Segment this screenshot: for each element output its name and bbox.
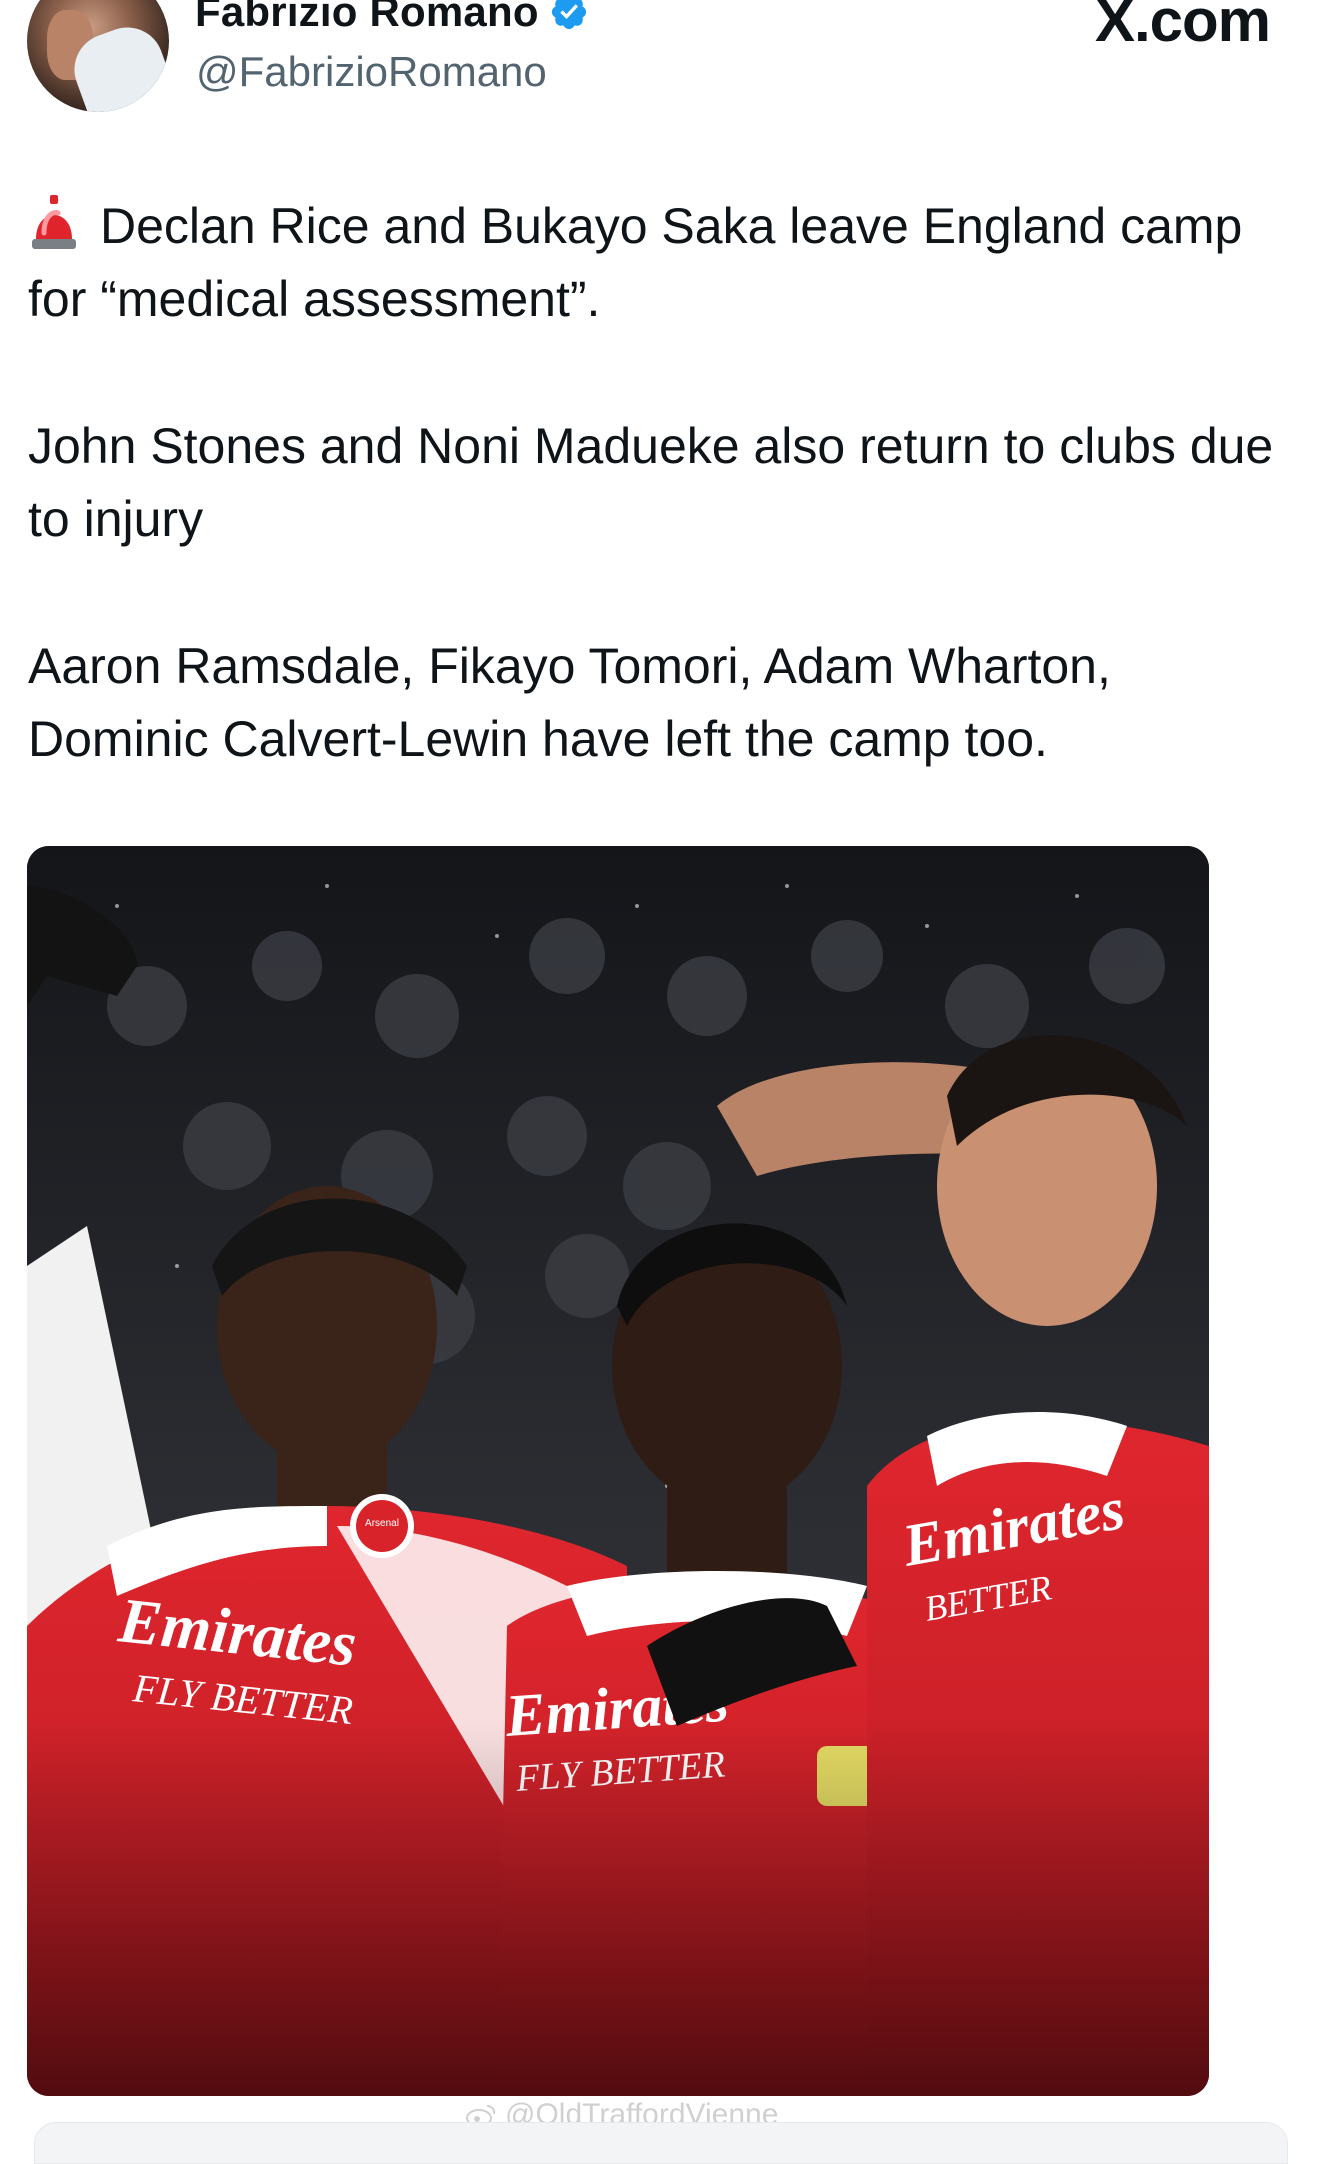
site-label: X.com <box>1094 0 1271 54</box>
tweet-header: Fabrizio Romano @FabrizioRomano X.com <box>0 0 1320 130</box>
tweet-paragraph-3: Aaron Ramsdale, Fikayo Tomori, Adam Whar… <box>28 638 1111 767</box>
rotating-light-icon <box>28 193 80 251</box>
tweet-paragraph-2: John Stones and Noni Madueke also return… <box>28 418 1274 547</box>
tweet-paragraph-1-text: Declan Rice and Bukayo Saka leave Englan… <box>28 198 1243 327</box>
tweet-media-photo[interactable]: Emirates FLY BETTER Arsenal Emirates FLY… <box>27 846 1209 2096</box>
tweet-paragraph-1: Declan Rice and Bukayo Saka leave Englan… <box>28 190 1288 336</box>
author-name-text: Fabrizio Romano <box>195 0 539 35</box>
tweet-text: Declan Rice and Bukayo Saka leave Englan… <box>28 190 1288 776</box>
bottom-card-edge <box>34 2122 1288 2164</box>
players-celebration-photo: Emirates FLY BETTER Arsenal Emirates FLY… <box>27 846 1209 2096</box>
author-handle[interactable]: @FabrizioRomano <box>196 48 547 96</box>
author-display-name[interactable]: Fabrizio Romano <box>195 0 589 36</box>
author-avatar[interactable] <box>27 0 169 112</box>
verified-badge-icon <box>551 0 586 30</box>
